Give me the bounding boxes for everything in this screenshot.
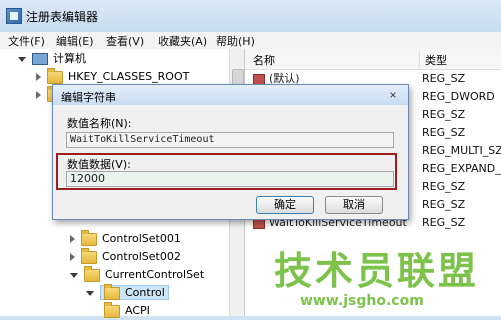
value-name-label: 数值名称(N): xyxy=(67,117,132,130)
column-header-name[interactable]: 名称 xyxy=(253,52,275,68)
tree-item-label: ControlSet001 xyxy=(102,232,181,245)
menu-view[interactable]: 查看(V) xyxy=(106,33,144,49)
folder-icon xyxy=(47,67,63,84)
value-type: REG_SZ xyxy=(422,180,466,193)
menu-file[interactable]: 文件(F) xyxy=(8,33,45,49)
collapse-arrow-icon[interactable] xyxy=(36,73,41,81)
expand-arrow-icon[interactable] xyxy=(70,272,78,278)
close-icon[interactable]: × xyxy=(382,87,404,102)
value-type: REG_SZ xyxy=(422,72,466,85)
value-type: REG_DWORD xyxy=(422,90,495,103)
tree-item-acpi[interactable]: ACPI xyxy=(104,301,150,320)
tree-item-computer[interactable]: 计算机 xyxy=(18,50,86,68)
list-header: 名称 类型 xyxy=(245,49,501,70)
collapse-arrow-icon[interactable] xyxy=(70,253,75,261)
dialog-title: 编辑字符串 xyxy=(61,91,116,104)
expand-arrow-icon[interactable] xyxy=(86,290,94,296)
value-type: REG_MULTI_SZ xyxy=(422,144,501,157)
folder-open-icon xyxy=(104,283,120,300)
value-type: REG_SZ xyxy=(422,198,466,211)
tree-item-control[interactable]: Control xyxy=(86,283,169,302)
annotation-highlight-box xyxy=(56,153,397,190)
menu-edit[interactable]: 编辑(E) xyxy=(56,33,94,49)
cancel-button[interactable]: 取消 xyxy=(325,196,383,214)
tree-item-label: HKEY_CLASSES_ROOT xyxy=(68,70,190,83)
tree-item-label: ControlSet002 xyxy=(102,250,181,263)
menu-favorites[interactable]: 收藏夹(A) xyxy=(158,33,207,49)
tree-item-label: Control xyxy=(125,286,165,299)
value-type: REG_SZ xyxy=(422,108,466,121)
folder-icon xyxy=(81,229,97,246)
tree-item-label: 计算机 xyxy=(53,52,86,65)
window-title: 注册表编辑器 xyxy=(26,10,99,24)
value-type: REG_EXPAND_S xyxy=(422,162,501,175)
dialog-titlebar: 编辑字符串 × xyxy=(53,85,408,105)
expand-arrow-icon[interactable] xyxy=(18,56,26,62)
watermark-url: www.jsgho.com xyxy=(300,293,424,309)
collapse-arrow-icon[interactable] xyxy=(36,91,41,99)
value-name-field[interactable]: WaitToKillServiceTimeout xyxy=(66,132,394,148)
menu-help[interactable]: 帮助(H) xyxy=(216,33,255,49)
collapse-arrow-icon[interactable] xyxy=(70,235,75,243)
window-titlebar: 注册表编辑器 xyxy=(0,0,501,32)
tree-item-controlset001[interactable]: ControlSet001 xyxy=(70,229,181,248)
column-divider[interactable] xyxy=(419,51,420,67)
menu-bar: 文件(F) 编辑(E) 查看(V) 收藏夹(A) 帮助(H) xyxy=(0,32,501,50)
ok-button[interactable]: 确定 xyxy=(256,196,314,214)
value-type: REG_SZ xyxy=(422,216,466,229)
tree-item-label: CurrentControlSet xyxy=(105,268,205,281)
edit-string-dialog: 编辑字符串 × 数值名称(N): WaitToKillServiceTimeou… xyxy=(52,84,409,220)
folder-icon xyxy=(84,265,100,282)
regedit-icon xyxy=(6,8,22,24)
value-type: REG_SZ xyxy=(422,126,466,139)
column-header-type[interactable]: 类型 xyxy=(425,52,447,68)
folder-icon xyxy=(81,247,97,264)
tree-item-controlset002[interactable]: ControlSet002 xyxy=(70,247,181,266)
computer-icon xyxy=(32,53,48,65)
tree-item-label: ACPI xyxy=(125,304,150,317)
watermark-logo-text: 技术员联盟 xyxy=(274,249,480,293)
tree-item-currentcontrolset[interactable]: CurrentControlSet xyxy=(70,265,205,284)
